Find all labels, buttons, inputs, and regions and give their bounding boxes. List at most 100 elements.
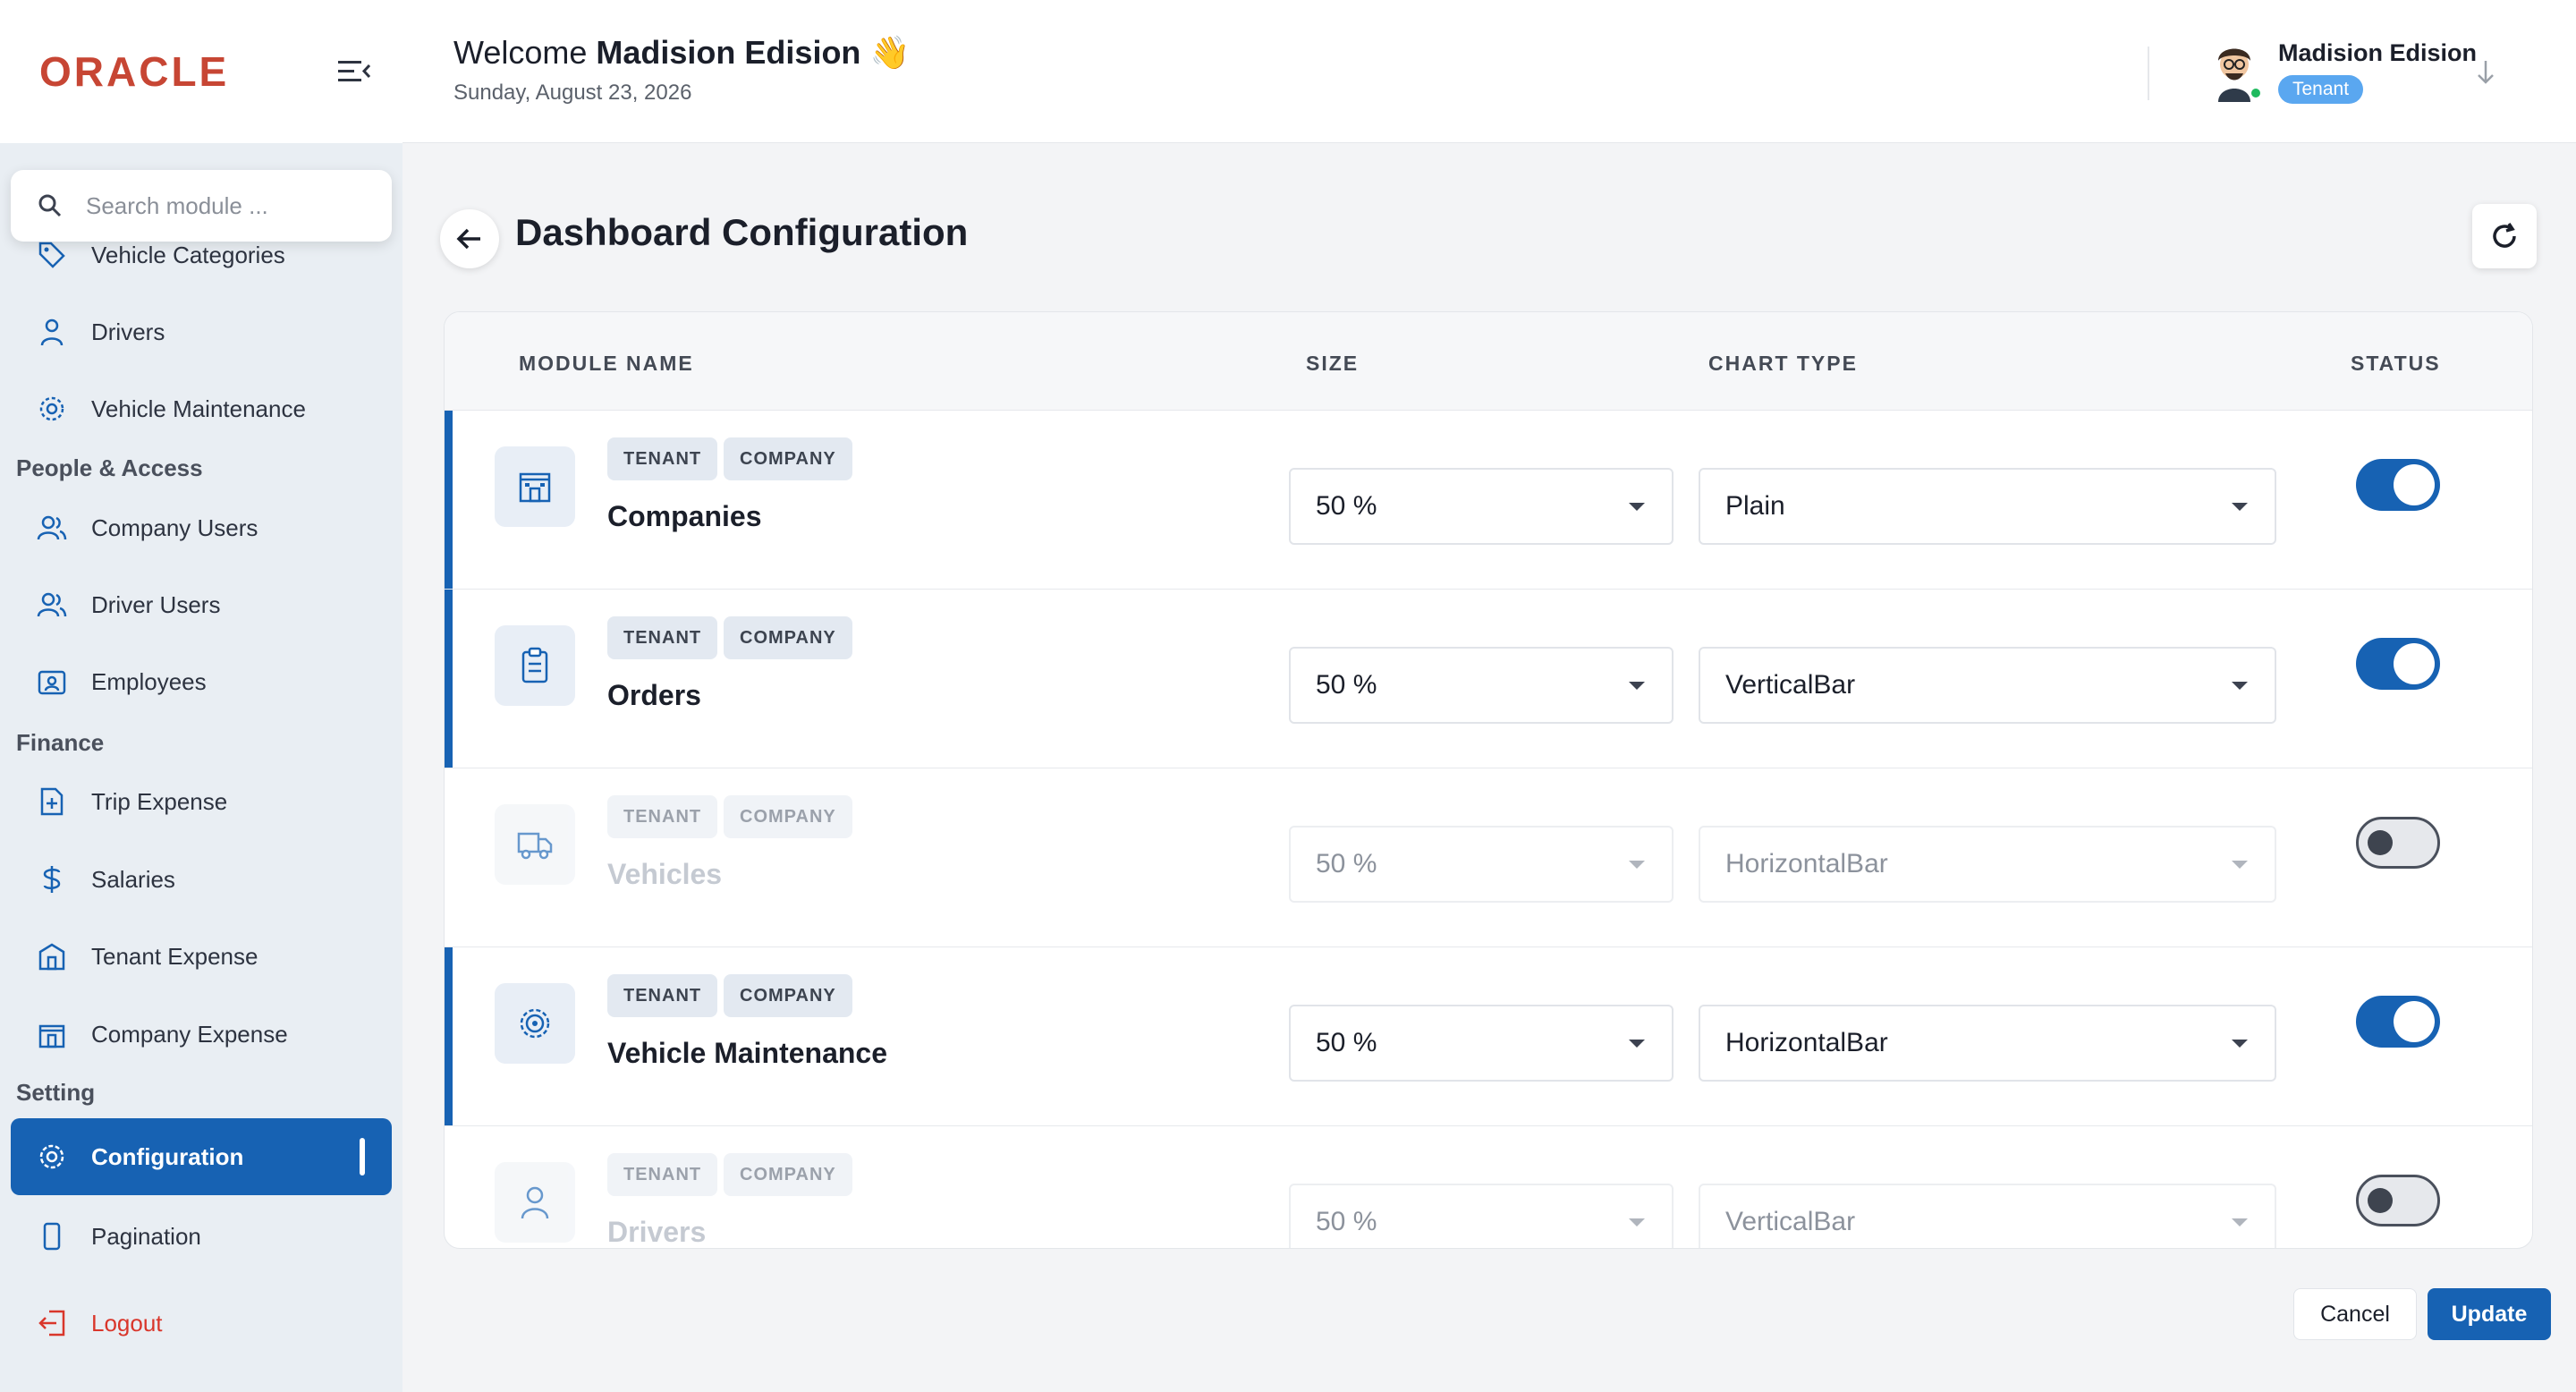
update-button[interactable]: Update	[2428, 1288, 2551, 1340]
status-toggle[interactable]	[2356, 996, 2440, 1048]
size-select[interactable]: 50 %	[1289, 468, 1674, 545]
chart-type-value: HorizontalBar	[1725, 1028, 1888, 1057]
sidebar-item-label: Trip Expense	[91, 787, 228, 815]
building-icon	[36, 940, 68, 972]
phone-icon	[36, 1220, 68, 1252]
chart-type-select[interactable]: Plain	[1699, 468, 2276, 545]
sidebar-item-configuration[interactable]: Configuration	[11, 1118, 392, 1195]
sidebar-item-drivers[interactable]: Drivers	[11, 293, 392, 370]
size-value: 50 %	[1316, 1207, 1377, 1236]
current-date: Sunday, August 23, 2026	[453, 81, 692, 105]
chart-type-value: VerticalBar	[1725, 670, 1856, 700]
size-select[interactable]: 50 %	[1289, 647, 1674, 724]
header-chart-type: CHART TYPE	[1708, 352, 1858, 375]
sidebar-item-label: Driver Users	[91, 590, 221, 618]
sidebar-item-employees[interactable]: Employees	[11, 643, 392, 720]
sidebar-item-trip-expense[interactable]: Trip Expense	[11, 763, 392, 840]
search-box[interactable]	[11, 170, 392, 242]
sidebar-item-driver-users[interactable]: Driver Users	[11, 566, 392, 643]
file-plus-icon	[36, 785, 68, 818]
back-button[interactable]	[440, 209, 499, 268]
sidebar-item-company-users[interactable]: Company Users	[11, 489, 392, 566]
clipboard-icon	[495, 625, 575, 706]
settings-icon	[36, 1141, 68, 1173]
status-toggle[interactable]	[2356, 638, 2440, 690]
sidebar-item-pagination[interactable]: Pagination	[11, 1198, 392, 1275]
sidebar-item-label: Pagination	[91, 1222, 201, 1250]
tag-company: COMPANY	[724, 616, 852, 659]
section-setting: Setting	[16, 1079, 96, 1106]
status-toggle[interactable]	[2356, 1175, 2440, 1226]
avatar[interactable]	[2206, 38, 2263, 102]
sidebar-item-tenant-expense[interactable]: Tenant Expense	[11, 918, 392, 995]
tag-company: COMPANY	[724, 1153, 852, 1196]
active-indicator	[360, 1138, 365, 1176]
caret-down-icon	[1629, 861, 1645, 869]
search-input[interactable]	[86, 191, 354, 220]
cancel-button[interactable]: Cancel	[2293, 1288, 2417, 1340]
chart-type-select[interactable]: HorizontalBar	[1699, 826, 2276, 903]
building-icon	[36, 1018, 68, 1050]
users-icon	[36, 589, 68, 621]
size-select[interactable]: 50 %	[1289, 826, 1674, 903]
chart-type-select[interactable]: VerticalBar	[1699, 1184, 2276, 1248]
oracle-logo: ORACLE	[39, 48, 230, 95]
role-badge: Tenant	[2278, 75, 2364, 104]
caret-down-icon	[2232, 1040, 2248, 1048]
row-accent	[445, 590, 453, 768]
gear-icon	[36, 393, 68, 425]
tag-company: COMPANY	[724, 437, 852, 480]
table-header: MODULE NAME SIZE CHART TYPE STATUS	[445, 312, 2532, 411]
arrow-down-icon[interactable]	[2476, 59, 2496, 86]
search-icon	[38, 194, 62, 217]
welcome-name: Madision Edision	[596, 34, 861, 71]
section-finance: Finance	[16, 729, 105, 756]
chart-type-value: HorizontalBar	[1725, 849, 1888, 878]
tag-icon	[36, 239, 68, 271]
size-value: 50 %	[1316, 1028, 1377, 1057]
table-row-drivers: TENANT COMPANY Drivers 50 % VerticalBar	[445, 1126, 2532, 1248]
refresh-button[interactable]	[2472, 204, 2537, 268]
tag-company: COMPANY	[724, 974, 852, 1017]
status-toggle[interactable]	[2356, 459, 2440, 511]
menu-collapse-icon[interactable]	[338, 57, 370, 86]
sidebar-item-label: Salaries	[91, 865, 175, 893]
toggle-knob	[2394, 1001, 2435, 1042]
caret-down-icon	[2232, 503, 2248, 511]
row-accent	[445, 411, 453, 589]
chart-type-select[interactable]: VerticalBar	[1699, 647, 2276, 724]
toggle-knob	[2394, 464, 2435, 505]
size-select[interactable]: 50 %	[1289, 1005, 1674, 1082]
caret-down-icon	[1629, 682, 1645, 690]
sidebar-item-label: Vehicle Categories	[91, 241, 285, 268]
chart-type-value: Plain	[1725, 491, 1785, 521]
caret-down-icon	[1629, 1218, 1645, 1226]
logout-button[interactable]: Logout	[11, 1285, 392, 1362]
status-toggle[interactable]	[2356, 817, 2440, 869]
header-status: STATUS	[2351, 352, 2441, 375]
truck-icon	[495, 804, 575, 885]
size-select[interactable]: 50 %	[1289, 1184, 1674, 1248]
sidebar-item-label: Company Expense	[91, 1020, 288, 1048]
module-name: Orders	[607, 679, 701, 711]
tag-company: COMPANY	[724, 795, 852, 838]
tag-tenant: TENANT	[607, 1153, 718, 1196]
module-name: Vehicles	[607, 858, 723, 890]
user-name[interactable]: Madision Edision	[2278, 39, 2477, 67]
logo-bar: ORACLE	[0, 0, 402, 143]
sidebar-item-label: Tenant Expense	[91, 942, 258, 970]
tag-tenant: TENANT	[607, 437, 718, 480]
section-people-access: People & Access	[16, 454, 203, 481]
table-row-orders: TENANT COMPANY Orders 50 % VerticalBar	[445, 590, 2532, 768]
dollar-icon	[36, 863, 68, 895]
sidebar-item-vehicle-maintenance[interactable]: Vehicle Maintenance	[11, 370, 392, 447]
table-row-companies: TENANT COMPANY Companies 50 % Plain	[445, 411, 2532, 590]
chart-type-select[interactable]: HorizontalBar	[1699, 1005, 2276, 1082]
sidebar-item-company-expense[interactable]: Company Expense	[11, 996, 392, 1073]
toggle-knob	[2394, 643, 2435, 684]
welcome-message: Welcome Madision Edision 👋	[453, 34, 910, 72]
sidebar-item-label: Configuration	[91, 1142, 244, 1170]
sidebar-item-salaries[interactable]: Salaries	[11, 841, 392, 918]
size-value: 50 %	[1316, 491, 1377, 521]
page-title: Dashboard Configuration	[515, 211, 969, 253]
